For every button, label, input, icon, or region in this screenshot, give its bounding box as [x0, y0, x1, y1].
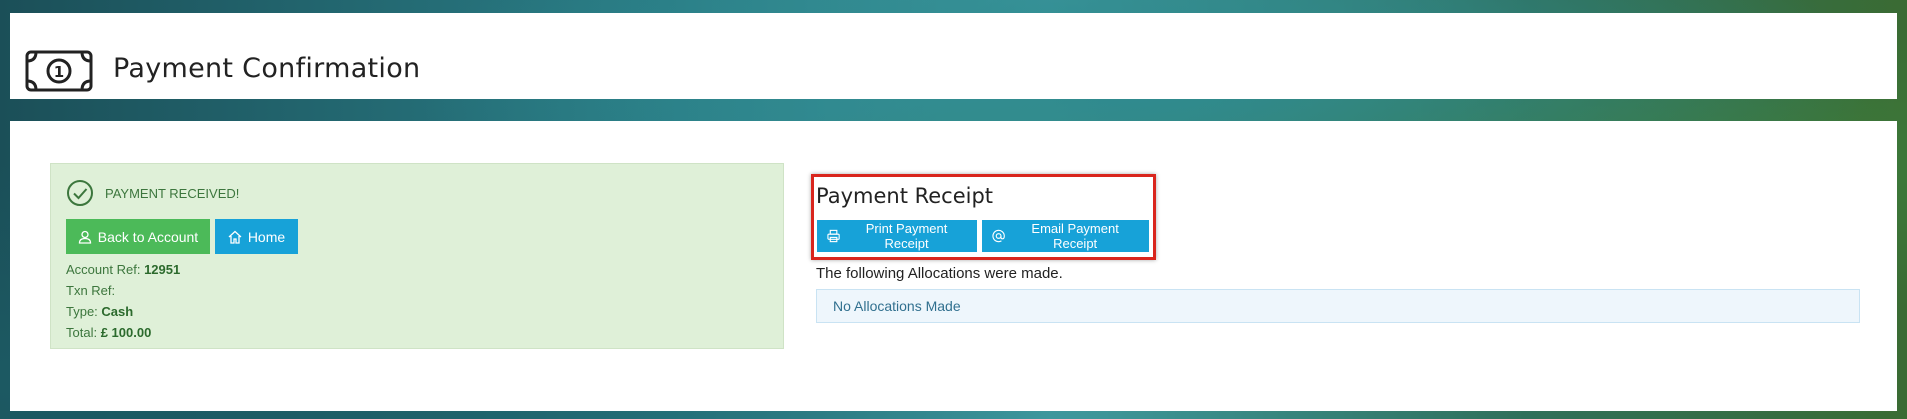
home-button[interactable]: Home: [215, 219, 298, 254]
back-to-account-button[interactable]: Back to Account: [66, 219, 210, 254]
account-ref-label: Account Ref:: [66, 262, 141, 277]
printer-icon: [827, 229, 840, 243]
payment-success-box: PAYMENT RECEIVED! Back to Account Home A…: [50, 163, 784, 349]
no-allocations-text: No Allocations Made: [833, 298, 961, 314]
type-value: Cash: [101, 304, 134, 319]
at-sign-icon: [992, 229, 1005, 243]
svg-text:1: 1: [54, 63, 64, 81]
type-row: Type: Cash: [66, 304, 133, 319]
print-receipt-label: Print Payment Receipt: [865, 221, 948, 251]
txn-ref-label: Txn Ref:: [66, 283, 116, 298]
payment-status-text: PAYMENT RECEIVED!: [105, 186, 240, 201]
page-title: Payment Confirmation: [113, 53, 421, 84]
type-label: Type:: [66, 304, 98, 319]
header-panel: 1 Payment Confirmation: [10, 13, 1897, 99]
total-value: £ 100.00: [100, 325, 152, 340]
user-icon: [78, 230, 91, 244]
account-ref-value: 12951: [144, 262, 181, 277]
receipt-title: Payment Receipt: [816, 184, 994, 208]
back-to-account-label: Back to Account: [97, 228, 199, 245]
check-circle-icon: [67, 180, 93, 206]
total-row: Total: £ 100.00: [66, 325, 151, 340]
home-icon: [228, 230, 242, 244]
allocations-box: No Allocations Made: [816, 289, 1860, 323]
email-receipt-label: Email Payment Receipt: [1031, 221, 1119, 251]
home-label: Home: [247, 228, 286, 245]
email-receipt-button[interactable]: Email Payment Receipt: [982, 220, 1149, 252]
print-receipt-button[interactable]: Print Payment Receipt: [817, 220, 977, 252]
main-panel: PAYMENT RECEIVED! Back to Account Home A…: [10, 121, 1897, 411]
account-ref-row: Account Ref: 12951: [66, 262, 180, 277]
txn-ref-row: Txn Ref:: [66, 283, 115, 298]
money-bill-icon: 1: [25, 50, 93, 92]
allocations-heading: The following Allocations were made.: [816, 265, 1063, 282]
total-label: Total:: [66, 325, 98, 340]
